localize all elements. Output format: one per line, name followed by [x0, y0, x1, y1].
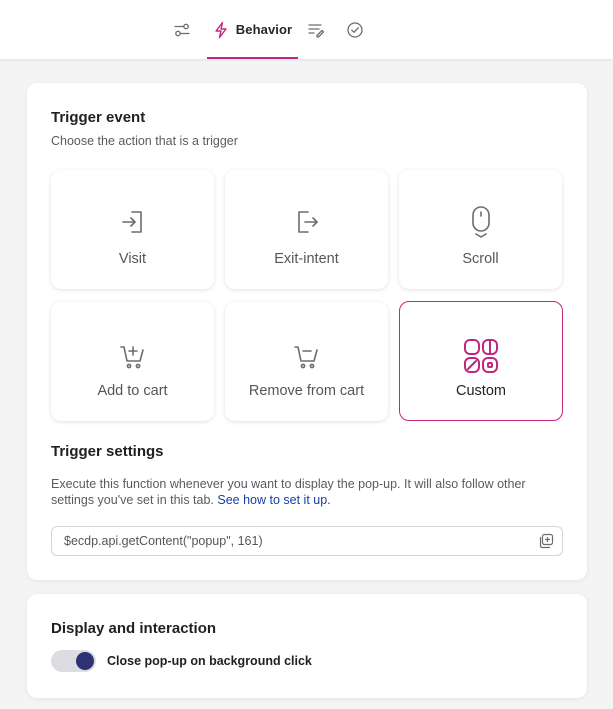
- trigger-event-title: Trigger event: [51, 109, 146, 126]
- trigger-option-label: Exit-intent: [274, 251, 339, 267]
- toggle-knob: [76, 652, 94, 670]
- sliders-icon: [174, 23, 190, 36]
- trigger-option-label: Add to cart: [97, 383, 168, 399]
- close-on-background-toggle[interactable]: [51, 650, 96, 672]
- trigger-option-add-to-cart[interactable]: Add to cart: [51, 302, 214, 421]
- trigger-option-label: Custom: [456, 383, 506, 399]
- trigger-option-scroll[interactable]: Scroll: [399, 170, 562, 289]
- trigger-card: Trigger event Choose the action that is …: [27, 83, 587, 580]
- trigger-code-field: [51, 526, 563, 556]
- trigger-option-exit-intent[interactable]: Exit-intent: [225, 170, 388, 289]
- trigger-code-input[interactable]: [52, 527, 532, 555]
- lightning-icon: [215, 21, 227, 38]
- display-card: Display and interaction Close pop-up on …: [27, 594, 587, 698]
- check-circle-icon: [347, 21, 363, 38]
- copy-icon[interactable]: [538, 533, 554, 549]
- trigger-option-label: Visit: [118, 251, 147, 267]
- custom-grid-icon: [464, 339, 498, 373]
- mouse-scroll-icon: [471, 206, 490, 238]
- cart-remove-icon: [293, 346, 318, 369]
- enter-icon: [121, 211, 142, 233]
- tab-behavior[interactable]: Behavior: [207, 0, 298, 59]
- trigger-settings-title: Trigger settings: [51, 443, 164, 460]
- tab-behavior-label: Behavior: [235, 22, 293, 37]
- top-tab-bar: Behavior: [0, 0, 613, 59]
- trigger-option-custom[interactable]: Custom: [399, 301, 563, 421]
- tab-content[interactable]: [302, 0, 330, 59]
- trigger-option-label: Remove from cart: [248, 383, 365, 399]
- trigger-event-subtitle: Choose the action that is a trigger: [51, 134, 238, 148]
- cart-add-icon: [119, 346, 144, 369]
- trigger-option-remove-from-cart[interactable]: Remove from cart: [225, 302, 388, 421]
- trigger-option-visit[interactable]: Visit: [51, 170, 214, 289]
- tab-settings[interactable]: [168, 0, 196, 59]
- toggle-label: Close pop-up on background click: [107, 654, 312, 668]
- trigger-settings-description: Execute this function whenever you want …: [51, 476, 563, 508]
- trigger-option-label: Scroll: [462, 251, 499, 267]
- setup-help-link[interactable]: See how to set it up.: [217, 493, 330, 507]
- list-edit-icon: [308, 23, 325, 38]
- tab-summary[interactable]: [341, 0, 369, 59]
- exit-icon: [297, 211, 318, 233]
- display-title: Display and interaction: [51, 620, 217, 637]
